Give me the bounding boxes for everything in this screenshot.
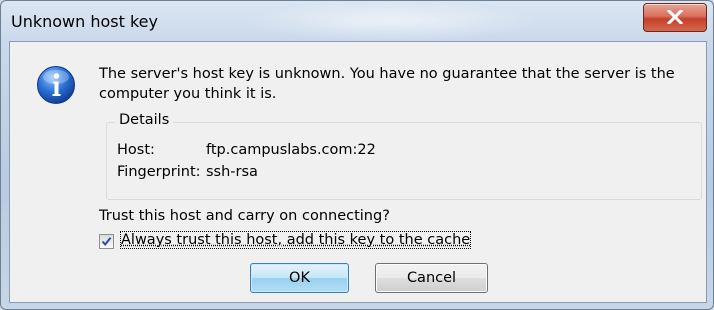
always-trust-checkbox[interactable] (99, 234, 114, 249)
checkmark-icon (101, 237, 112, 247)
host-row: Host: ftp.campuslabs.com:22 (117, 142, 376, 158)
cancel-button[interactable]: Cancel (375, 263, 488, 293)
title-bar[interactable]: Unknown host key (1, 1, 713, 41)
trust-question: Trust this host and carry on connecting? (99, 208, 390, 224)
info-icon (37, 66, 75, 104)
window-title: Unknown host key (11, 12, 158, 31)
close-x-icon (667, 10, 683, 24)
dialog-body: The server's host key is unknown. You ha… (9, 41, 707, 303)
ok-button[interactable]: OK (250, 263, 349, 293)
close-button[interactable] (643, 3, 707, 32)
fingerprint-row: Fingerprint: ssh-rsa (117, 164, 258, 180)
always-trust-label[interactable]: Always trust this host, add this key to … (119, 231, 472, 249)
fingerprint-label: Fingerprint: (117, 164, 201, 180)
fingerprint-value: ssh-rsa (206, 164, 258, 180)
host-value: ftp.campuslabs.com:22 (206, 142, 376, 158)
details-legend: Details (115, 112, 174, 128)
details-group: Details Host: ftp.campuslabs.com:22 Finge… (106, 112, 702, 200)
dialog-message: The server's host key is unknown. You ha… (99, 66, 675, 102)
host-label: Host: (117, 142, 155, 158)
dialog-window: Unknown host key The server's host key i… (0, 0, 714, 310)
